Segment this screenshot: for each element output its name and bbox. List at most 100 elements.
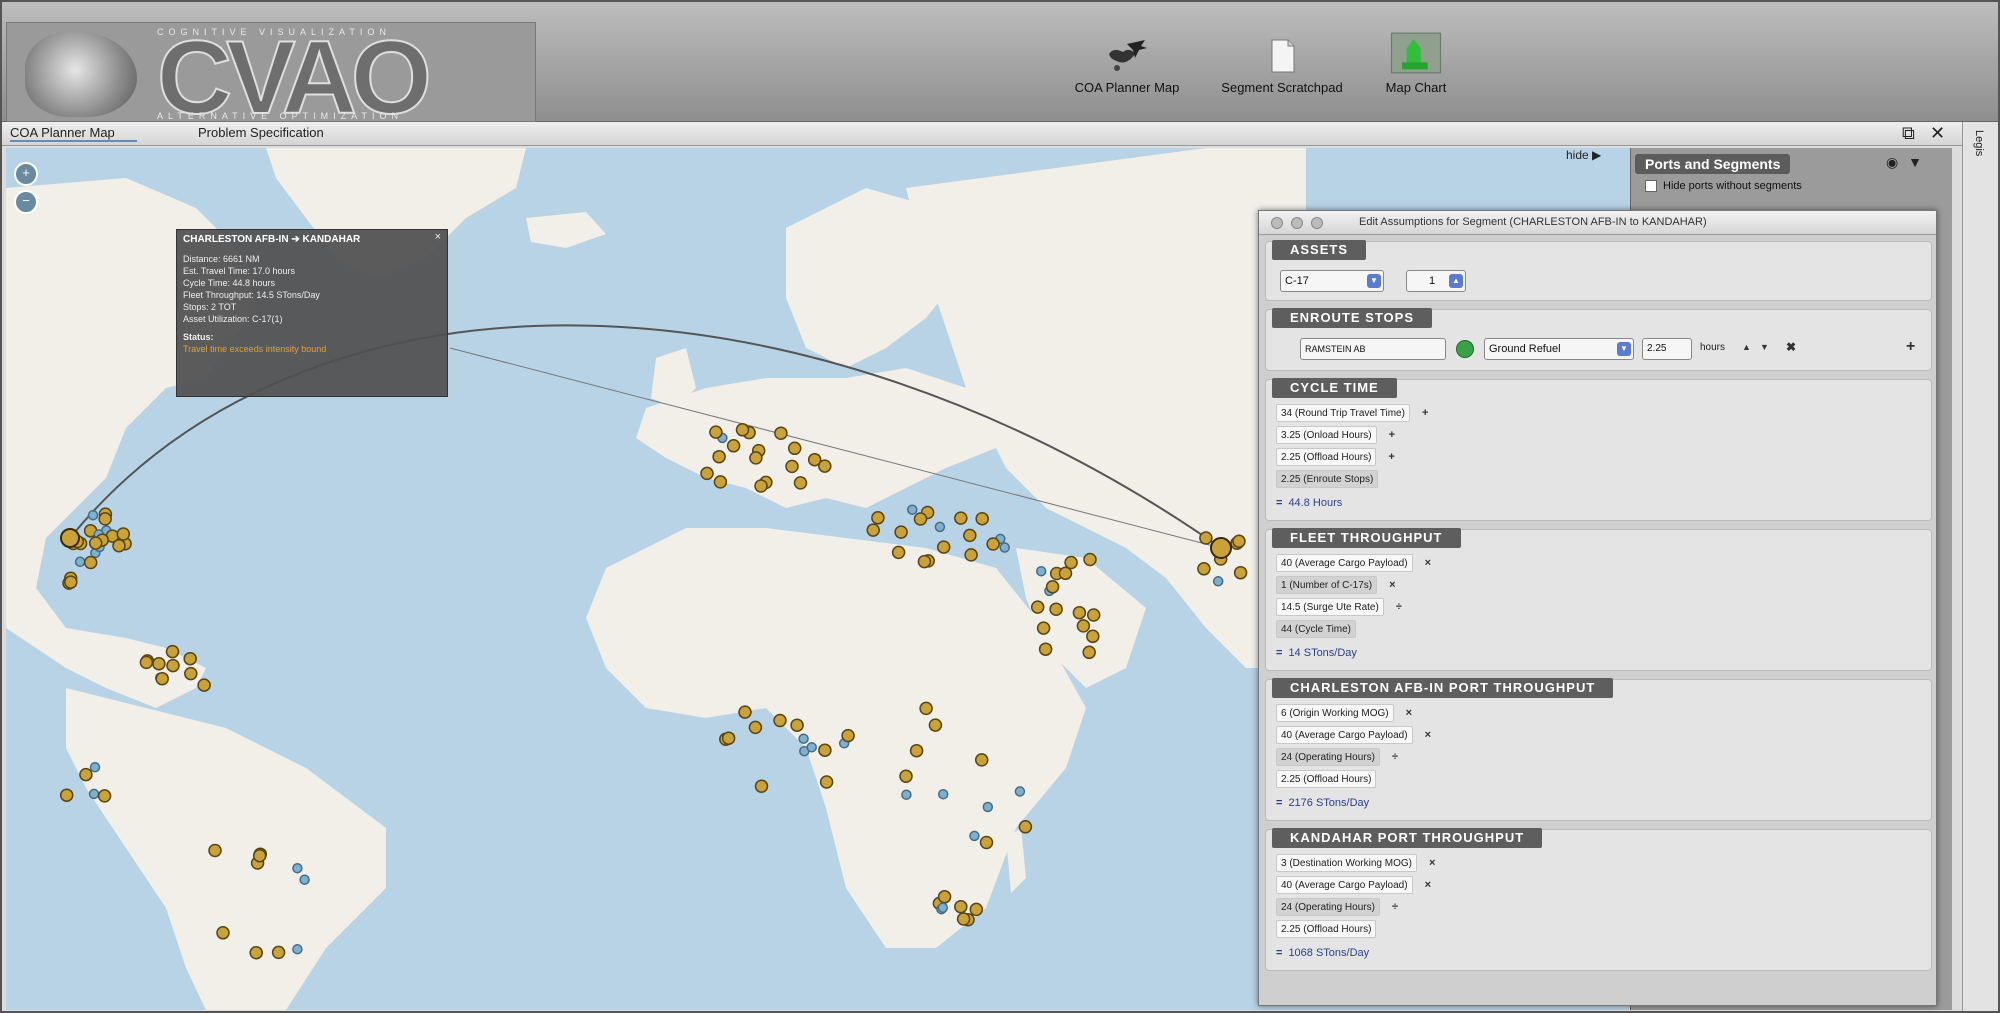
airport-marker[interactable] [88, 536, 103, 550]
airport-marker[interactable] [59, 788, 74, 802]
airport-marker[interactable] [726, 439, 741, 453]
coa-planner-map-button[interactable]: COA Planner Map [1052, 38, 1202, 95]
airport-marker[interactable] [937, 890, 952, 904]
airport-marker[interactable] [964, 548, 978, 562]
airport-marker[interactable] [88, 788, 100, 800]
airport-marker[interactable] [713, 475, 728, 489]
airport-marker[interactable] [790, 718, 804, 732]
airport-marker[interactable] [934, 521, 946, 533]
airport-marker[interactable] [986, 537, 1000, 551]
stop-activity-select[interactable]: Ground Refuel ▼ [1484, 338, 1634, 360]
tab-problem-specification[interactable]: Problem Specification [198, 125, 324, 140]
airport-marker[interactable] [818, 743, 832, 757]
destination-marker[interactable] [1210, 537, 1232, 559]
fleet-value[interactable]: 14.5 (Surge Ute Rate) [1276, 598, 1384, 616]
airport-marker[interactable] [1233, 565, 1248, 580]
airport-marker[interactable] [909, 743, 924, 758]
airport-marker[interactable] [1045, 580, 1060, 594]
hide-ports-checkbox[interactable]: Hide ports without segments [1645, 180, 1802, 193]
airport-marker[interactable] [79, 767, 93, 782]
airport-marker[interactable] [1086, 608, 1101, 622]
airport-marker[interactable] [1072, 605, 1087, 620]
hide-link[interactable]: hide ▶ [1566, 148, 1601, 162]
airport-marker[interactable] [979, 835, 994, 850]
fleet-value[interactable]: 40 (Average Cargo Payload) [1276, 554, 1413, 572]
airport-marker[interactable] [139, 655, 154, 670]
map-chart-button[interactable]: Map Chart [1368, 32, 1464, 95]
airport-marker[interactable] [1014, 786, 1026, 797]
airport-marker[interactable] [1086, 629, 1100, 644]
aircraft-count-stepper[interactable]: 1 ▲ [1406, 270, 1466, 292]
airport-marker[interactable] [1035, 565, 1047, 577]
airport-marker[interactable] [1199, 531, 1213, 545]
origin-value[interactable]: 6 (Origin Working MOG) [1276, 704, 1394, 722]
airport-marker[interactable] [183, 651, 197, 666]
eye-icon[interactable]: ◉ [1886, 154, 1898, 170]
airport-marker[interactable] [299, 874, 310, 885]
airport-marker[interactable] [841, 728, 855, 743]
airport-marker[interactable] [1038, 642, 1053, 656]
airport-marker[interactable] [1036, 621, 1051, 635]
airport-marker[interactable] [894, 525, 908, 539]
airport-marker[interactable] [1212, 576, 1224, 587]
airport-marker[interactable] [969, 830, 980, 842]
checkbox[interactable] [1645, 180, 1657, 193]
window-close-icon[interactable] [1271, 217, 1283, 229]
airport-marker[interactable] [891, 545, 906, 560]
airport-marker[interactable] [97, 789, 112, 803]
aircraft-select[interactable]: C-17 ▼ [1280, 270, 1384, 292]
origin-value[interactable]: 2.25 (Offload Hours) [1276, 770, 1377, 788]
airport-marker[interactable] [975, 511, 989, 526]
airport-marker[interactable] [937, 788, 949, 800]
airport-marker[interactable] [89, 761, 101, 773]
airport-marker[interactable] [1064, 555, 1078, 570]
airport-marker[interactable] [87, 509, 99, 521]
close-icon[interactable]: ✕ [1930, 123, 1945, 144]
airport-marker[interactable] [754, 779, 769, 793]
airport-marker[interactable] [754, 479, 768, 493]
airport-marker[interactable] [197, 678, 211, 692]
tab-coa-planner-map[interactable]: COA Planner Map [10, 125, 137, 142]
airport-marker[interactable] [956, 912, 971, 926]
airport-marker[interactable] [982, 801, 994, 813]
airport-marker[interactable] [937, 902, 949, 913]
airport-marker[interactable] [271, 945, 286, 960]
go-icon[interactable] [1456, 340, 1474, 358]
airport-marker[interactable] [793, 476, 808, 490]
airport-marker[interactable] [98, 512, 112, 526]
airport-marker[interactable] [917, 554, 932, 569]
stop-hours-input[interactable]: 2.25 [1642, 338, 1692, 360]
add-stop-icon[interactable]: + [1906, 338, 1915, 356]
airport-marker[interactable] [773, 713, 787, 728]
airport-marker[interactable] [64, 575, 78, 589]
airport-marker[interactable] [152, 656, 166, 671]
airport-marker[interactable] [748, 720, 763, 735]
airport-marker[interactable] [919, 701, 933, 716]
airport-marker[interactable] [1030, 600, 1045, 614]
dialog-titlebar[interactable]: Edit Assumptions for Segment (CHARLESTON… [1259, 211, 1936, 235]
chevron-down-icon[interactable]: ▼ [1908, 154, 1922, 170]
airport-marker[interactable] [954, 899, 968, 914]
airport-marker[interactable] [913, 512, 928, 526]
airport-marker[interactable] [249, 945, 263, 960]
airport-marker[interactable] [936, 540, 951, 554]
popout-icon[interactable]: ⧉ [1902, 123, 1915, 144]
airport-marker[interactable] [735, 423, 750, 437]
airport-marker[interactable] [700, 466, 714, 481]
airport-marker[interactable] [116, 527, 131, 541]
airport-marker[interactable] [866, 523, 880, 537]
airport-marker[interactable] [292, 862, 303, 874]
airport-marker[interactable] [899, 769, 913, 783]
airport-marker[interactable] [721, 731, 736, 745]
airport-marker[interactable] [806, 742, 817, 753]
move-down-icon[interactable]: ▼ [1760, 342, 1769, 352]
airport-marker[interactable] [712, 449, 726, 464]
airport-marker[interactable] [1082, 645, 1096, 660]
airport-marker[interactable] [155, 671, 169, 686]
airport-marker[interactable] [969, 902, 984, 917]
airport-marker[interactable] [785, 459, 799, 474]
airport-marker[interactable] [1197, 562, 1211, 576]
airport-marker[interactable] [252, 848, 267, 863]
airport-marker[interactable] [292, 943, 303, 955]
airport-marker[interactable] [165, 644, 180, 659]
